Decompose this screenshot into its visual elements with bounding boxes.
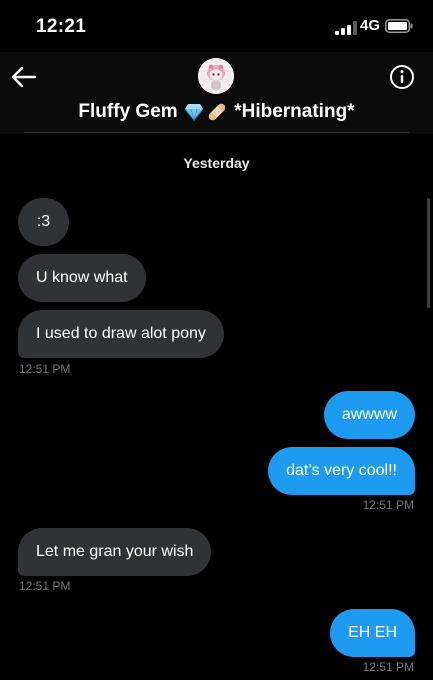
outgoing-message-bubble[interactable]: awwww (323, 391, 415, 439)
outgoing-message-bubble[interactable]: EH EH (330, 609, 415, 657)
contact-name-text: Fluffy Gem (78, 101, 178, 122)
gem-icon (184, 104, 204, 121)
scrollbar[interactable] (427, 198, 430, 308)
contact-status-text: *Hibernating* (234, 101, 355, 122)
incoming-message-bubble[interactable]: Let me gran your wish (18, 528, 212, 576)
avatar[interactable] (198, 58, 234, 94)
incoming-message-bubble[interactable]: :3 (18, 198, 69, 246)
back-arrow-icon[interactable] (10, 64, 38, 90)
day-divider: Yesterday (183, 155, 250, 171)
message-timestamp: 12:51 PM (362, 498, 414, 512)
header-divider (24, 132, 409, 133)
avatar-image (198, 58, 234, 94)
cellular-signal-icon (335, 21, 357, 35)
message-timestamp: 12:51 PM (19, 579, 71, 593)
message-timestamp: 12:51 PM (362, 660, 414, 674)
bandage-icon (208, 103, 226, 121)
status-time: 12:21 (36, 16, 87, 37)
message-timestamp: 12:51 PM (19, 362, 71, 376)
status-bar: 12:21 4G (0, 0, 433, 52)
info-icon[interactable] (389, 64, 415, 90)
battery-icon (385, 19, 413, 33)
outgoing-message-bubble[interactable]: dat’s very cool!! (268, 447, 415, 495)
incoming-message-bubble[interactable]: U know what (18, 254, 146, 302)
contact-name[interactable]: Fluffy Gem *Hibernating* (0, 101, 433, 123)
incoming-message-bubble[interactable]: I used to draw alot pony (18, 310, 224, 358)
network-type: 4G (360, 17, 381, 34)
